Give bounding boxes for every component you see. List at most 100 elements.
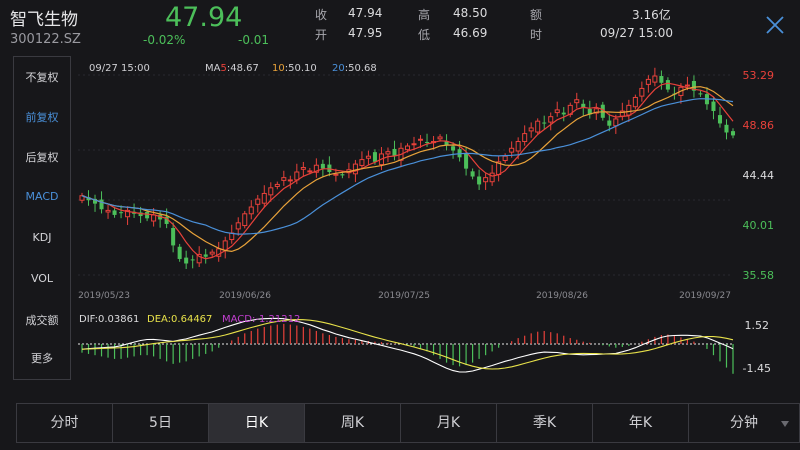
candle-body [235,222,241,230]
candle-body [613,118,619,127]
candle-body [665,80,670,90]
candle-body [268,187,274,196]
candle-body [112,210,117,215]
candle-body [105,209,111,213]
candle-body [242,213,248,227]
candle-body [171,228,176,246]
candle-body [372,152,377,162]
candle-body [561,112,566,115]
candle-body [340,174,345,176]
candle-body [222,240,228,251]
tab-minute-label: 分钟 [730,415,758,431]
candle-body [418,138,424,141]
candle-body [281,177,287,181]
triangle-down-icon [781,421,789,427]
y-tick-label: 40.01 [743,219,775,232]
candle-body [151,214,157,222]
chart-grid [78,74,733,345]
tab-weekly[interactable]: 周K [305,404,401,442]
macd-panel [81,317,734,374]
candle-body [294,171,300,181]
candle-body [255,198,261,205]
period-tabs: 分时 5日 日K 周K 月K 季K 年K 分钟 [16,403,800,443]
candle-body [190,259,195,261]
candle-body [574,99,580,104]
y-tick-label: 48.86 [743,119,775,132]
candle-body [548,116,554,123]
candle-body [300,166,306,170]
candle-body [209,251,215,255]
candle-body [261,192,267,204]
tab-daily[interactable]: 日K [209,404,305,442]
tab-intraday[interactable]: 分时 [17,404,113,442]
candle-body [684,84,690,87]
candle-body [203,254,208,257]
candle-body [352,163,358,175]
x-tick-label: 2019/09/27 [679,291,731,301]
candle-body [535,120,541,133]
ma-legend-ma20: 20:50.68 [332,63,377,74]
kline-chart[interactable]: 53.29 48.86 44.44 40.01 35.58 2019/05/23 2019/… [0,0,800,400]
macd-dif-label: DIF:0.03861 [79,314,139,325]
candle-body [99,199,104,210]
candle-body [145,211,150,219]
ma20-line [81,98,734,235]
x-tick-label: 2019/08/26 [536,291,588,301]
candle-body [437,136,443,140]
tab-minute[interactable]: 分钟 [689,404,799,442]
candle-body [359,159,365,166]
candle-body [632,96,638,108]
candle-body [659,76,664,83]
tab-yearly[interactable]: 年K [593,404,689,442]
candle-body [477,176,482,185]
y-tick-label: 53.29 [743,69,775,82]
macd-tick-lower: -1.45 [743,362,771,375]
macd-tick-upper: 1.52 [745,319,770,332]
candle-body [385,151,391,155]
y-tick-label: 44.44 [743,169,775,182]
tab-5day[interactable]: 5日 [113,404,209,442]
candle-body [502,155,508,161]
candle-body [451,146,456,151]
candle-body [652,75,658,83]
x-tick-label: 2019/06/26 [219,291,271,301]
tab-monthly[interactable]: 月K [401,404,497,442]
candle-body [645,78,651,85]
candle-body [483,177,489,183]
tab-quarterly[interactable]: 季K [497,404,593,442]
candle-body [274,183,280,187]
chart-date-label: 09/27 15:00 [89,63,150,74]
candle-body [626,104,632,116]
candle-body [509,147,515,153]
macd-dea-label: DEA:0.64467 [147,314,212,325]
x-tick-label: 2019/07/25 [378,291,430,301]
candle-body [522,133,528,143]
x-tick-label: 2019/05/23 [78,291,130,301]
y-tick-label: 35.58 [743,269,775,282]
macd-value-label: MACD:-1.21212 [222,314,300,325]
candle-body [489,172,495,183]
candle-body [307,170,313,173]
candle-body [365,155,371,159]
candle-body [470,171,475,177]
candle-body [639,87,645,97]
candlestick-series [79,67,736,270]
candle-body [119,212,124,214]
candle-body [528,127,534,132]
ma-legend-ma5: MA5:48.67 [205,63,259,74]
candle-body [698,93,703,95]
chart-labels: 53.29 48.86 44.44 40.01 35.58 2019/05/23 2019/… [78,63,774,375]
candle-body [717,115,722,124]
candle-body [320,163,325,169]
candle-body [730,131,736,136]
candle-body [464,153,469,169]
candle-body [607,120,612,126]
ma-legend-ma10: 10:50.10 [272,63,317,74]
candle-body [515,141,521,152]
candle-body [711,101,716,112]
candle-body [542,122,547,124]
candle-body [554,109,560,114]
candle-body [411,143,417,146]
candle-body [425,141,430,143]
candle-body [177,246,182,259]
